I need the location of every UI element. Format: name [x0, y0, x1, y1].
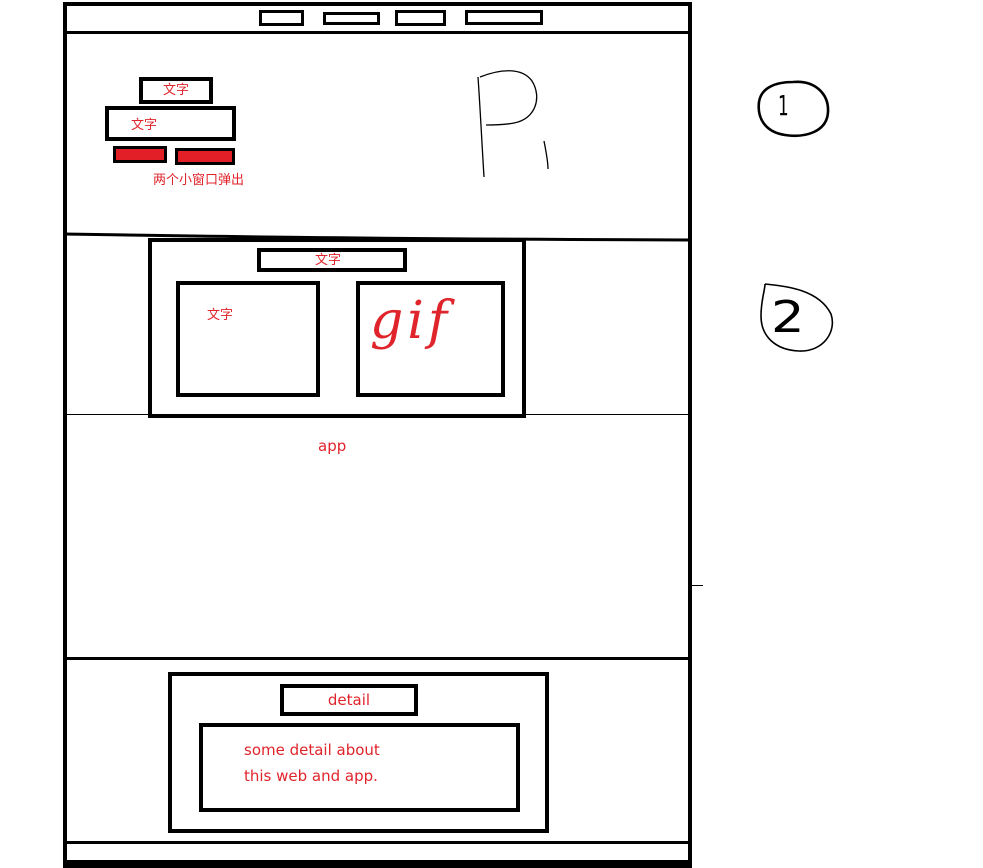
section-number-1-text: 1 [778, 89, 789, 122]
detail-body-line-1: some detail about [244, 741, 380, 759]
section-divider-2 [67, 414, 689, 415]
feature-text-panel: 文字 [176, 281, 320, 397]
nav-item-1[interactable] [259, 10, 304, 26]
hero-label-wide-text: 文字 [131, 118, 158, 133]
detail-body-line-2: this web and app. [244, 767, 378, 785]
stray-mark [690, 585, 703, 586]
logo-sketch [477, 70, 549, 178]
app-caption: app [318, 437, 347, 455]
popup-note: 两个小窗口弹出 [153, 173, 245, 188]
section-divider-3 [63, 657, 692, 660]
hero-label-small-text: 文字 [162, 83, 189, 98]
nav-item-4[interactable] [465, 10, 543, 25]
feature-title-bar: 文字 [257, 248, 407, 272]
detail-body-panel: some detail about this web and app. [199, 723, 520, 812]
popup-button-2[interactable] [175, 148, 235, 165]
bottom-bar [63, 860, 692, 868]
nav-item-2[interactable] [323, 12, 380, 25]
hero-label-wide: 文字 [105, 106, 236, 141]
circle-1-icon [757, 80, 830, 137]
detail-title-bar: detail [280, 684, 418, 716]
nav-bar-divider [63, 31, 692, 34]
nav-item-3[interactable] [395, 10, 446, 26]
feature-title-text: 文字 [314, 252, 341, 268]
bottom-bar-divider [63, 841, 692, 844]
section-number-2-text: 2 [771, 292, 805, 343]
detail-title-text: detail [327, 690, 371, 709]
section-number-1: 1 [755, 78, 831, 140]
hero-label-small: 文字 [139, 77, 213, 104]
popup-button-1[interactable] [113, 146, 167, 163]
feature-gif-label: gif [370, 291, 452, 351]
feature-text-panel-label: 文字 [207, 308, 234, 323]
section-number-2: 2 [757, 280, 837, 356]
feature-gif-panel: gif [356, 281, 505, 397]
